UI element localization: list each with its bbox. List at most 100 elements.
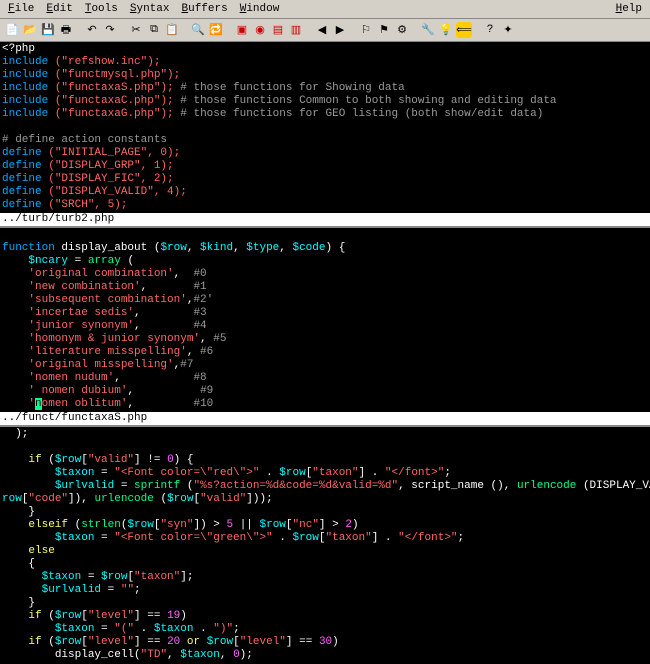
string: ("SRCH", 5);	[48, 199, 127, 211]
comment: # those functions for Showing data	[180, 82, 404, 94]
comment: #2'	[193, 294, 213, 306]
editor-pane-3[interactable]: ); if ($row["valid"] != 0) { $taxon = "<…	[0, 427, 650, 663]
bulb-icon[interactable]: 💡	[438, 22, 454, 38]
string: ("DISPLAY_FIC", 2);	[48, 173, 173, 185]
keyword-define: define	[2, 147, 42, 159]
menu-window[interactable]: Window	[234, 1, 286, 17]
string: ("INITIAL_PAGE", 0);	[48, 147, 180, 159]
menu-buffers[interactable]: Buffers	[175, 1, 233, 17]
keyword-define: define	[2, 186, 42, 198]
menu-right: Help	[610, 1, 648, 17]
menu-bar: File Edit Tools Syntax Buffers Window He…	[0, 0, 650, 19]
menu-file[interactable]: File	[2, 1, 40, 17]
string: 'junior synonym'	[28, 320, 134, 332]
keyword-define: define	[2, 173, 42, 185]
string: ("DISPLAY_GRP", 1);	[48, 160, 173, 172]
string: 'original combination'	[28, 268, 173, 280]
keyword-include: include	[2, 95, 48, 107]
new-file-icon[interactable]: 📄	[4, 22, 20, 38]
string: 'subsequent combination'	[28, 294, 186, 306]
tool-c-icon[interactable]: ⚙	[394, 22, 410, 38]
bookmark-icon[interactable]: ✦	[500, 22, 516, 38]
string: ("refshow.inc");	[55, 56, 161, 68]
keyword-or: or	[187, 636, 200, 648]
comment: #4	[193, 320, 206, 332]
tool-b-icon[interactable]: ⚑	[376, 22, 392, 38]
string: ("DISPLAY_VALID", 4);	[48, 186, 187, 198]
editor-pane-2[interactable]: function display_about ($row, $kind, $ty…	[0, 228, 650, 412]
open-file-icon[interactable]: 📂	[22, 22, 38, 38]
comment: #8	[193, 372, 206, 384]
comment: #6	[200, 346, 213, 358]
keyword-define: define	[2, 199, 42, 211]
script4-icon[interactable]: ▥	[288, 22, 304, 38]
comment: # those functions Common to both showing…	[180, 95, 556, 107]
variable: $type	[246, 242, 279, 254]
keyword-if: if	[28, 454, 41, 466]
save-icon[interactable]: 💾	[40, 22, 56, 38]
arrow-yellow-icon[interactable]: ⟸	[456, 22, 472, 38]
comment: #5	[213, 333, 226, 345]
comment: # those functions for GEO listing (both …	[180, 108, 543, 120]
undo-icon[interactable]: ↶	[84, 22, 100, 38]
comment: #9	[200, 385, 213, 397]
modeline-1: ../turb/turb2.php	[0, 213, 650, 226]
script2-icon[interactable]: ◉	[252, 22, 268, 38]
keyword-include: include	[2, 108, 48, 120]
string: 'literature misspelling'	[28, 346, 186, 358]
keyword-array: array	[88, 255, 121, 267]
keyword-include: include	[2, 82, 48, 94]
variable: $row	[160, 242, 186, 254]
variable: $ncary	[28, 255, 68, 267]
string: 'original misspelling'	[28, 359, 173, 371]
wrench-icon[interactable]: 🔧	[420, 22, 436, 38]
editor-pane-1[interactable]: <?php include ("refshow.inc"); include (…	[0, 42, 650, 213]
func-name: display_about (	[55, 242, 161, 254]
cursor-highlight: n	[35, 398, 42, 410]
toolbar: 📄 📂 💾 🖶 ↶ ↷ ✂ ⧉ 📋 🔍 🔁 ▣ ◉ ▤ ▥ ◀ ▶ ⚐ ⚑ ⚙ …	[0, 19, 650, 42]
tag-prev-icon[interactable]: ◀	[314, 22, 330, 38]
variable: $code	[292, 242, 325, 254]
script1-icon[interactable]: ▣	[234, 22, 250, 38]
replace-icon[interactable]: 🔁	[208, 22, 224, 38]
string: 'new combination'	[28, 281, 140, 293]
script3-icon[interactable]: ▤	[270, 22, 286, 38]
string: ' nomen dubium'	[28, 385, 127, 397]
comment: #7	[180, 359, 193, 371]
redo-icon[interactable]: ↷	[102, 22, 118, 38]
copy-icon[interactable]: ⧉	[146, 22, 162, 38]
string: ("functaxaG.php");	[55, 108, 174, 120]
keyword-function: function	[2, 242, 55, 254]
tool-a-icon[interactable]: ⚐	[358, 22, 374, 38]
comment: #0	[193, 268, 206, 280]
variable: $kind	[200, 242, 233, 254]
keyword-if: if	[28, 610, 41, 622]
string: 'nomen nudum'	[28, 372, 114, 384]
modeline-2: ../funct/functaxaS.php	[0, 412, 650, 425]
comment: #3	[193, 307, 206, 319]
menu-left: File Edit Tools Syntax Buffers Window	[2, 1, 285, 17]
menu-syntax[interactable]: Syntax	[124, 1, 176, 17]
comment: #10	[193, 398, 213, 410]
keyword-include: include	[2, 56, 48, 68]
keyword-define: define	[2, 160, 42, 172]
comment: #1	[193, 281, 206, 293]
keyword-else: else	[28, 545, 54, 557]
find-icon[interactable]: 🔍	[190, 22, 206, 38]
string: 'homonym & junior synonym'	[28, 333, 200, 345]
tag-next-icon[interactable]: ▶	[332, 22, 348, 38]
keyword-elseif: elseif	[28, 519, 68, 531]
code-line: <?php	[2, 43, 35, 55]
menu-edit[interactable]: Edit	[40, 1, 78, 17]
string: omen oblitum'	[42, 398, 128, 410]
string: ("functaxaS.php");	[55, 82, 174, 94]
cut-icon[interactable]: ✂	[128, 22, 144, 38]
string: ("functaxaC.php");	[55, 95, 174, 107]
menu-help[interactable]: Help	[610, 1, 648, 17]
string: ("functmysql.php");	[55, 69, 180, 81]
menu-tools[interactable]: Tools	[79, 1, 124, 17]
help-icon[interactable]: ?	[482, 22, 498, 38]
string: 'incertae sedis'	[28, 307, 134, 319]
print-icon[interactable]: 🖶	[58, 22, 74, 38]
paste-icon[interactable]: 📋	[164, 22, 180, 38]
